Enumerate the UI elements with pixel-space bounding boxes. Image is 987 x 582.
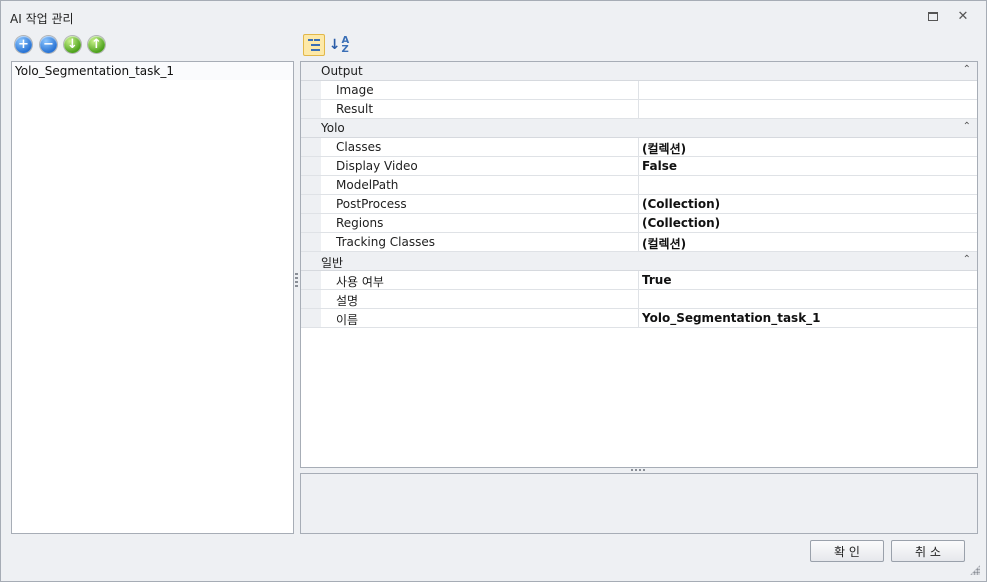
property-name: PostProcess bbox=[336, 197, 407, 211]
title-bar: AI 작업 관리 ✕ bbox=[1, 1, 986, 31]
collapse-icon[interactable]: ⌃ bbox=[963, 254, 971, 265]
property-grid: Output ⌃ Image Result Yolo ⌃ Classes (컬렉… bbox=[300, 61, 978, 468]
add-task-button[interactable]: + bbox=[15, 36, 32, 53]
minus-icon: − bbox=[43, 37, 54, 52]
property-row-name[interactable]: 이름 Yolo_Segmentation_task_1 bbox=[301, 309, 977, 328]
vertical-splitter[interactable] bbox=[295, 273, 298, 289]
category-label: Yolo bbox=[321, 121, 345, 135]
move-up-button[interactable]: ↑ bbox=[88, 36, 105, 53]
category-general[interactable]: 일반 ⌃ bbox=[301, 252, 977, 271]
property-value[interactable]: False bbox=[642, 159, 677, 173]
task-list: Yolo_Segmentation_task_1 bbox=[11, 61, 294, 534]
restore-button[interactable] bbox=[925, 8, 941, 24]
category-label: Output bbox=[321, 64, 363, 78]
categorized-icon bbox=[308, 39, 320, 51]
move-down-button[interactable]: ↓ bbox=[64, 36, 81, 53]
property-row-result[interactable]: Result bbox=[301, 100, 977, 119]
property-row-classes[interactable]: Classes (컬렉션) bbox=[301, 138, 977, 157]
horizontal-splitter[interactable] bbox=[631, 469, 647, 471]
property-name: Regions bbox=[336, 216, 384, 230]
alphabetical-view-button[interactable]: ↓ AZ bbox=[328, 34, 350, 56]
property-name: Classes bbox=[336, 140, 382, 154]
property-name: Tracking Classes bbox=[336, 235, 435, 249]
property-row-enabled[interactable]: 사용 여부 True bbox=[301, 271, 977, 290]
resize-grip-icon[interactable] bbox=[970, 565, 980, 575]
cancel-button[interactable]: 취 소 bbox=[891, 540, 965, 562]
remove-task-button[interactable]: − bbox=[40, 36, 57, 53]
category-label: 일반 bbox=[321, 256, 344, 270]
property-name: 사용 여부 bbox=[336, 275, 384, 289]
property-value[interactable]: (Collection) bbox=[642, 197, 720, 211]
property-name: Result bbox=[336, 102, 374, 116]
property-name: 설명 bbox=[336, 294, 359, 308]
sort-az-icon: ↓ AZ bbox=[328, 35, 350, 55]
property-row-image[interactable]: Image bbox=[301, 81, 977, 100]
categorized-view-button[interactable] bbox=[303, 34, 325, 56]
restore-icon bbox=[928, 11, 938, 21]
category-output[interactable]: Output ⌃ bbox=[301, 62, 977, 81]
category-yolo[interactable]: Yolo ⌃ bbox=[301, 119, 977, 138]
list-item[interactable]: Yolo_Segmentation_task_1 bbox=[12, 62, 293, 80]
property-value[interactable]: (컬렉션) bbox=[642, 235, 686, 252]
property-value[interactable]: True bbox=[642, 273, 671, 287]
property-row-tracking-classes[interactable]: Tracking Classes (컬렉션) bbox=[301, 233, 977, 252]
close-icon: ✕ bbox=[957, 8, 969, 24]
ok-button[interactable]: 확 인 bbox=[810, 540, 884, 562]
property-row-description[interactable]: 설명 bbox=[301, 290, 977, 309]
property-name: 이름 bbox=[336, 313, 359, 327]
property-row-postprocess[interactable]: PostProcess (Collection) bbox=[301, 195, 977, 214]
dialog-window: AI 작업 관리 ✕ + − ↓ ↑ Yolo_Segmentation_tas… bbox=[0, 0, 987, 582]
property-value[interactable]: Yolo_Segmentation_task_1 bbox=[642, 311, 821, 325]
property-value[interactable]: (Collection) bbox=[642, 216, 720, 230]
property-row-modelpath[interactable]: ModelPath bbox=[301, 176, 977, 195]
arrow-down-icon: ↓ bbox=[67, 37, 78, 52]
plus-icon: + bbox=[18, 37, 29, 52]
property-name: ModelPath bbox=[336, 178, 399, 192]
collapse-icon[interactable]: ⌃ bbox=[963, 64, 971, 75]
property-value[interactable]: (컬렉션) bbox=[642, 140, 686, 157]
property-row-display-video[interactable]: Display Video False bbox=[301, 157, 977, 176]
arrow-up-icon: ↑ bbox=[91, 37, 102, 52]
property-name: Display Video bbox=[336, 159, 418, 173]
collapse-icon[interactable]: ⌃ bbox=[963, 121, 971, 132]
description-panel bbox=[300, 473, 978, 534]
close-button[interactable]: ✕ bbox=[955, 8, 971, 24]
property-name: Image bbox=[336, 83, 374, 97]
window-title: AI 작업 관리 bbox=[10, 12, 74, 26]
property-row-regions[interactable]: Regions (Collection) bbox=[301, 214, 977, 233]
